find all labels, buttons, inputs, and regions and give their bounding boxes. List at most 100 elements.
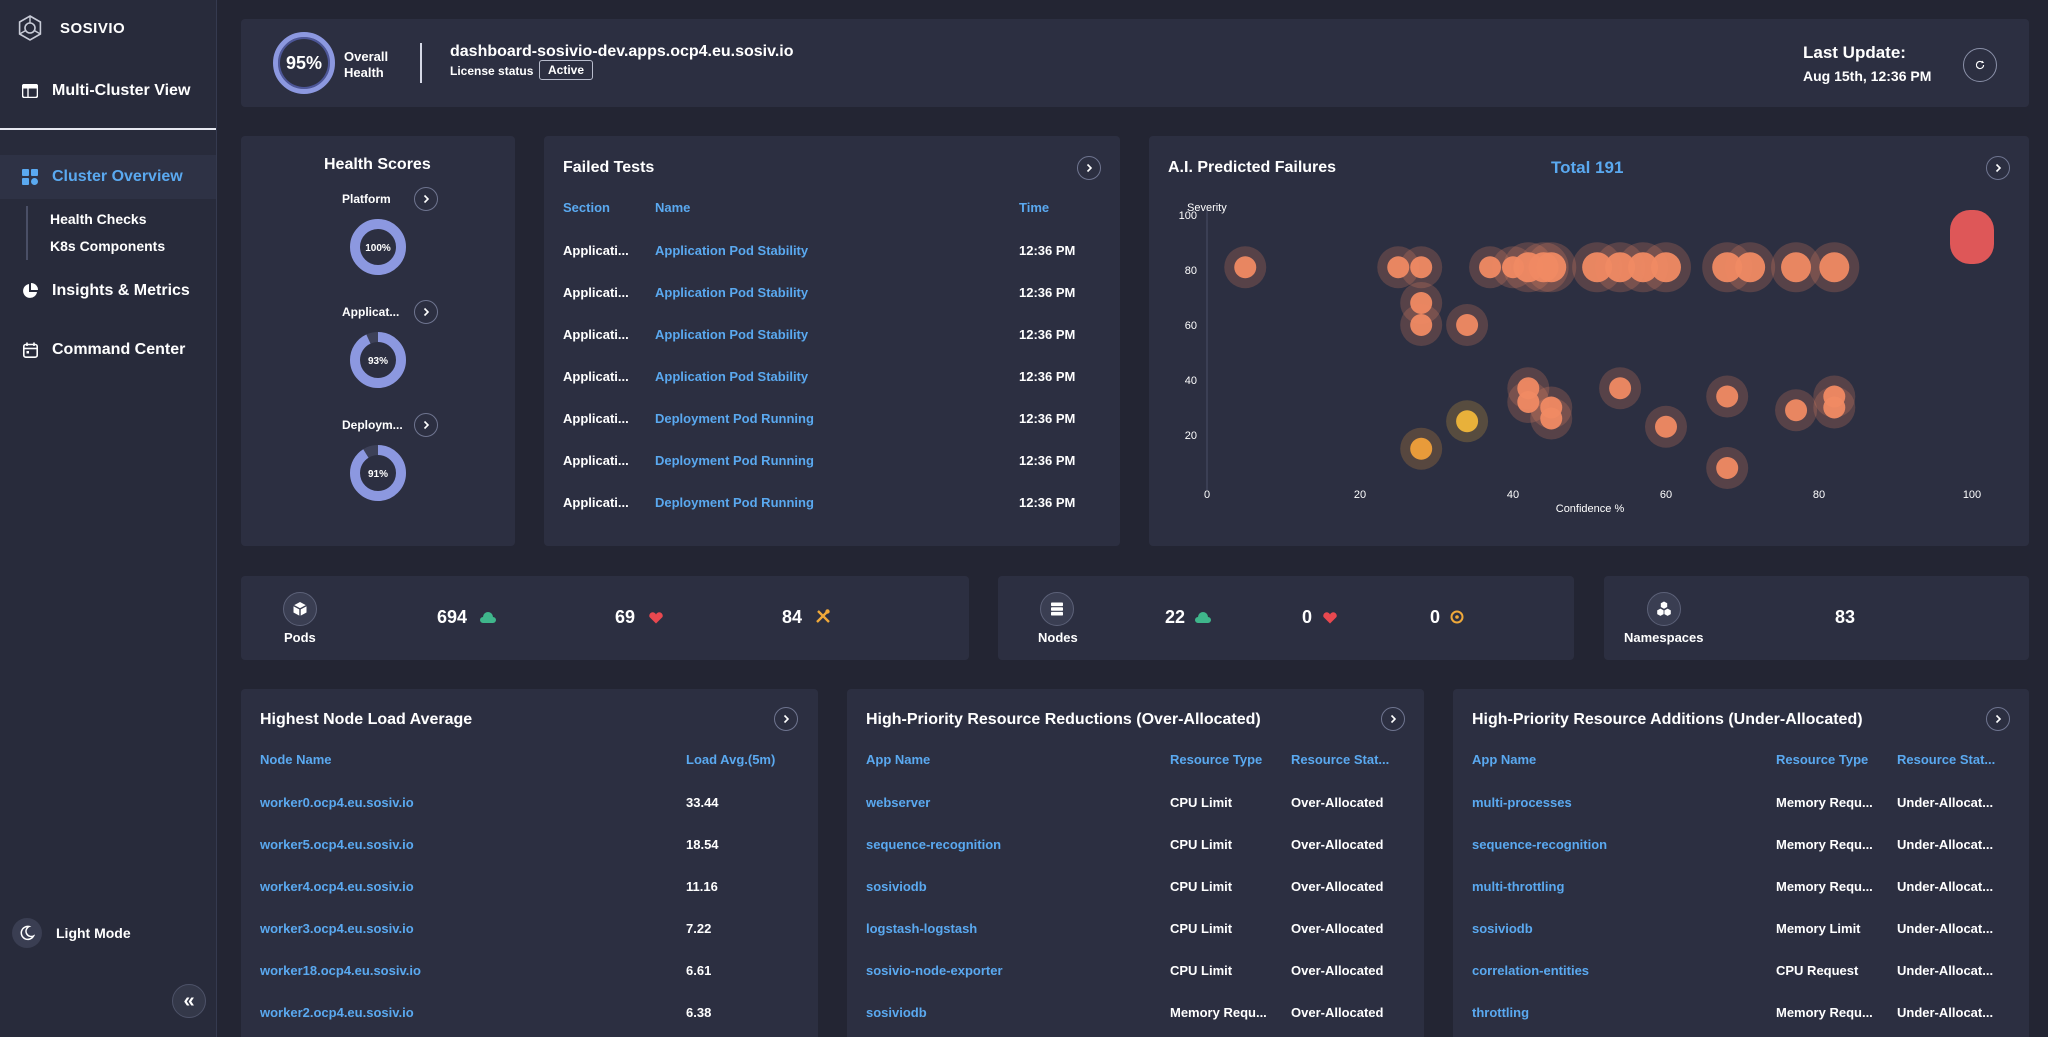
scatter-point[interactable] [1716,385,1739,408]
scatter-point[interactable] [1540,407,1563,430]
collapse-sidebar-button[interactable]: « [172,984,206,1018]
col-resource-type[interactable]: Resource Type [1170,752,1262,767]
ai-failures-expand-button[interactable] [1986,156,2010,180]
col-node-name[interactable]: Node Name [260,752,332,767]
nav-health-checks[interactable]: Health Checks [50,206,165,233]
health-scores-title: Health Scores [324,156,431,173]
additions-cell: Memory Requ... [1776,1005,1873,1020]
node_load-name-link[interactable]: worker3.ocp4.eu.sosiv.io [260,921,640,936]
cluster-overview-subnav: Health Checks K8s Components [26,206,165,260]
ai-failures-title: A.I. Predicted Failures [1168,159,1337,176]
health-score-donut: 93% [350,332,406,388]
scatter-point[interactable] [1950,210,1994,264]
col-resource-type[interactable]: Resource Type [1776,752,1868,767]
reductions-name-link[interactable]: sosiviodb [866,1005,1156,1020]
nodes-icon [1040,592,1074,626]
scatter-point[interactable] [1716,457,1739,479]
node_load-cell: 18.54 [686,837,719,852]
col-app-name[interactable]: App Name [1472,752,1536,767]
failed-test-name-link[interactable]: Application Pod Stability [655,369,985,384]
node_load-name-link[interactable]: worker0.ocp4.eu.sosiv.io [260,795,640,810]
nav-k8s-components[interactable]: K8s Components [50,233,165,260]
reductions-name-link[interactable]: sequence-recognition [866,837,1156,852]
additions-name-link[interactable]: throttling [1472,1005,1762,1020]
x-tick-label: 100 [1963,489,1981,501]
last-update-value: Aug 15th, 12:36 PM [1803,68,1932,84]
nav-command-center[interactable]: Command Center [0,328,216,372]
col-resource-status[interactable]: Resource Stat... [1897,752,1995,767]
additions-cell: Under-Allocat... [1897,1005,1994,1020]
reductions-cell: Memory Requ... [1170,1005,1267,1020]
additions-cell: Memory Requ... [1776,795,1873,810]
col-resource-status[interactable]: Resource Stat... [1291,752,1389,767]
health-label: Health [344,65,384,80]
failed-test-name-link[interactable]: Deployment Pod Running [655,495,985,510]
node_load-name-link[interactable]: worker4.ocp4.eu.sosiv.io [260,879,640,894]
failed-test-name-link[interactable]: Deployment Pod Running [655,411,985,426]
calendar-icon [22,342,38,358]
additions-name-link[interactable]: multi-processes [1472,795,1762,810]
node_load-name-link[interactable]: worker2.ocp4.eu.sosiv.io [260,1005,640,1020]
scatter-point[interactable] [1735,252,1766,283]
reductions-name-link[interactable]: webserver [866,795,1156,810]
scatter-point[interactable] [1785,399,1808,422]
refresh-button[interactable] [1963,48,1997,82]
x-tick-label: 40 [1507,489,1519,501]
scatter-point[interactable] [1655,415,1677,438]
reductions-name-link[interactable]: logstash-logstash [866,921,1156,936]
health-score-expand-button[interactable] [414,300,438,324]
scatter-point[interactable] [1456,410,1479,433]
brand-logo[interactable]: SOSIVIO [16,14,125,42]
warning-circle-icon [1450,610,1464,624]
scatter-point[interactable] [1410,437,1433,460]
col-app-name[interactable]: App Name [866,752,930,767]
failed-test-name-link[interactable]: Deployment Pod Running [655,453,985,468]
x-tick-label: 80 [1813,489,1825,501]
additions-name-link[interactable]: sosiviodb [1472,921,1762,936]
col-name[interactable]: Name [655,200,690,215]
nav-insights-metrics[interactable]: Insights & Metrics [0,269,216,313]
failed-test-name-link[interactable]: Application Pod Stability [655,285,985,300]
scatter-point[interactable] [1410,256,1433,279]
scatter-point[interactable] [1781,252,1812,283]
moon-icon [12,918,42,948]
brand-name: SOSIVIO [60,19,126,37]
node-load-expand-button[interactable] [774,707,798,731]
nav-multi-cluster-view[interactable]: Multi-Cluster View [0,69,216,113]
additions-name-link[interactable]: sequence-recognition [1472,837,1762,852]
reductions-expand-button[interactable] [1381,707,1405,731]
col-section[interactable]: Section [563,200,610,215]
health-score-expand-button[interactable] [414,413,438,437]
col-time[interactable]: Time [1019,200,1049,215]
failed-test-name-link[interactable]: Application Pod Stability [655,327,985,342]
node-load-card [241,689,818,1037]
additions-name-link[interactable]: correlation-entities [1472,963,1762,978]
y-tick-label: 20 [1185,430,1197,442]
node_load-name-link[interactable]: worker5.ocp4.eu.sosiv.io [260,837,640,852]
scatter-point[interactable] [1234,256,1257,279]
x-tick-label: 60 [1660,489,1672,501]
nav-multi-cluster-label: Multi-Cluster View [52,82,191,99]
refresh-icon [1975,60,1985,70]
node_load-name-link[interactable]: worker18.ocp4.eu.sosiv.io [260,963,640,978]
scatter-point[interactable] [1456,314,1479,336]
nodes-down-count: 0 [1302,607,1313,627]
scatter-point[interactable] [1609,377,1632,400]
nav-cluster-overview[interactable]: Cluster Overview [0,155,216,199]
x-axis-label: Confidence % [1556,503,1625,515]
additions-expand-button[interactable] [1986,707,2010,731]
light-mode-toggle[interactable]: Light Mode [12,918,131,948]
additions-name-link[interactable]: multi-throttling [1472,879,1762,894]
failed-test-name-link[interactable]: Application Pod Stability [655,243,985,258]
scatter-point[interactable] [1536,252,1567,283]
health-score-expand-button[interactable] [414,187,438,211]
reductions-name-link[interactable]: sosivio-node-exporter [866,963,1156,978]
reductions-name-link[interactable]: sosiviodb [866,879,1156,894]
failed-tests-expand-button[interactable] [1077,156,1101,180]
scatter-point[interactable] [1651,252,1681,283]
scatter-point[interactable] [1823,396,1846,419]
col-load-avg[interactable]: Load Avg.(5m) [686,752,775,767]
scatter-point[interactable] [1819,252,1850,283]
node_load-cell: 7.22 [686,921,712,936]
scatter-point[interactable] [1410,314,1433,336]
